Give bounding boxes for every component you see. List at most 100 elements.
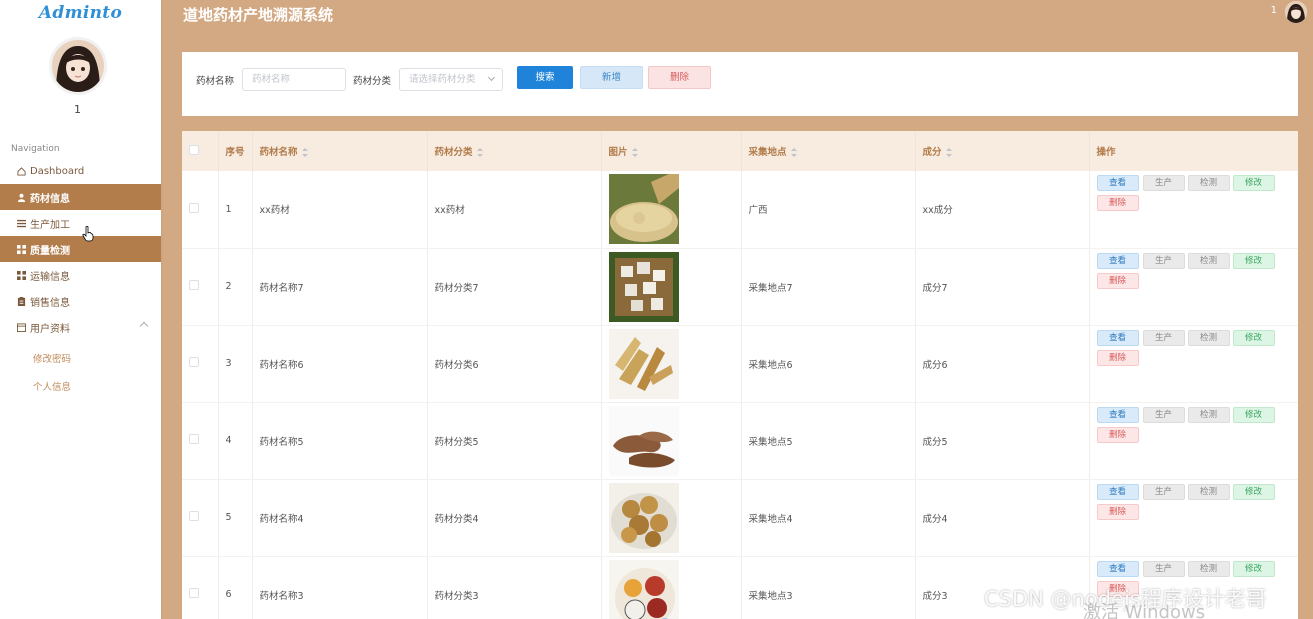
search-button[interactable]: 搜索 xyxy=(517,66,573,89)
sidebar-item-quality[interactable]: 质量检测 xyxy=(0,236,161,262)
edit-button[interactable]: 修改 xyxy=(1232,483,1275,500)
produce-button[interactable]: 生产 xyxy=(1142,175,1185,192)
avatar[interactable] xyxy=(49,37,107,95)
column-header-image[interactable]: 图片 xyxy=(601,131,742,171)
hand-cursor-icon xyxy=(82,226,94,242)
sort-icon[interactable] xyxy=(790,148,797,157)
delete-button[interactable]: 删除 xyxy=(1096,426,1139,443)
column-header-component[interactable]: 成分 xyxy=(915,131,1090,171)
table-row: 1 xx药材 xx药材 广西 xx成分 查看 生产 检测 修改 删除 xyxy=(182,171,1298,249)
cell-name: 药材名称3 xyxy=(252,556,428,619)
delete-button[interactable]: 删除 xyxy=(1096,503,1139,520)
row-select-cell xyxy=(182,248,219,326)
cell-location: 采集地点6 xyxy=(741,325,916,403)
cell-actions: 查看 生产 检测 修改删除 xyxy=(1089,402,1298,480)
edit-button[interactable]: 修改 xyxy=(1232,560,1275,577)
row-checkbox[interactable] xyxy=(189,588,199,598)
herb-photo[interactable] xyxy=(608,559,679,619)
edit-button[interactable]: 修改 xyxy=(1232,329,1275,346)
sidebar-item-herb-info[interactable]: 药材信息 xyxy=(0,184,161,210)
table-header-row: 序号 药材名称 药材分类 图片 采集地点 成分 操作 xyxy=(182,131,1298,171)
edit-button[interactable]: 修改 xyxy=(1232,406,1275,423)
batch-delete-button[interactable]: 删除 xyxy=(648,66,711,89)
herb-photo[interactable] xyxy=(608,251,679,322)
sidebar-subitem-personal-info[interactable]: 个人信息 xyxy=(0,372,161,400)
test-button[interactable]: 检测 xyxy=(1187,329,1230,346)
name-search-input[interactable]: 药材名称 xyxy=(242,68,346,91)
add-button[interactable]: 新增 xyxy=(580,66,643,89)
sidebar-item-label: 用户资料 xyxy=(30,323,70,335)
logo[interactable]: Adminto xyxy=(0,3,161,23)
cell-name: 药材名称6 xyxy=(252,325,428,403)
category-filter-label: 药材分类 xyxy=(353,76,392,87)
view-button[interactable]: 查看 xyxy=(1096,329,1139,346)
select-all-cell xyxy=(182,131,219,171)
sidebar-item-sales[interactable]: 销售信息 xyxy=(0,288,161,314)
cell-name: 药材名称7 xyxy=(252,248,428,326)
herb-photo[interactable] xyxy=(608,174,679,245)
sidebar-item-label: Dashboard xyxy=(30,165,85,177)
row-checkbox[interactable] xyxy=(189,280,199,290)
sort-icon[interactable] xyxy=(301,148,308,157)
delete-button[interactable]: 删除 xyxy=(1096,272,1139,289)
sidebar-item-production[interactable]: 生产加工 xyxy=(0,210,161,236)
row-checkbox[interactable] xyxy=(189,357,199,367)
sidebar-subitem-change-password[interactable]: 修改密码 xyxy=(0,344,161,372)
test-button[interactable]: 检测 xyxy=(1187,252,1230,269)
sidebar-item-transport[interactable]: 运输信息 xyxy=(0,262,161,288)
view-button[interactable]: 查看 xyxy=(1096,252,1139,269)
sidebar-item-dashboard[interactable]: Dashboard xyxy=(0,158,161,184)
produce-button[interactable]: 生产 xyxy=(1142,329,1185,346)
row-checkbox[interactable] xyxy=(189,202,199,213)
test-button[interactable]: 检测 xyxy=(1187,560,1230,577)
view-button[interactable]: 查看 xyxy=(1096,483,1139,500)
test-button[interactable]: 检测 xyxy=(1187,406,1230,423)
produce-button[interactable]: 生产 xyxy=(1142,483,1185,500)
sort-icon[interactable] xyxy=(631,148,638,157)
produce-button[interactable]: 生产 xyxy=(1142,406,1185,423)
delete-button[interactable]: 删除 xyxy=(1096,195,1139,212)
row-select-cell xyxy=(182,402,219,480)
category-select[interactable]: 请选择药材分类 xyxy=(399,68,503,91)
cell-image xyxy=(601,402,742,480)
produce-button[interactable]: 生产 xyxy=(1142,252,1185,269)
cell-no: 6 xyxy=(218,556,253,619)
view-button[interactable]: 查看 xyxy=(1096,560,1139,577)
select-all-checkbox[interactable] xyxy=(189,144,199,155)
herb-photo[interactable] xyxy=(608,405,679,476)
cell-no: 3 xyxy=(218,325,253,403)
delete-button[interactable]: 删除 xyxy=(1096,349,1139,366)
top-user-name[interactable]: 1 xyxy=(1271,5,1277,16)
cell-no: 4 xyxy=(218,402,253,480)
column-header-location[interactable]: 采集地点 xyxy=(741,131,916,171)
search-panel: 药材名称 药材名称 药材分类 请选择药材分类 搜索 新增 删除 xyxy=(182,52,1298,116)
edit-button[interactable]: 修改 xyxy=(1232,252,1275,269)
view-button[interactable]: 查看 xyxy=(1096,406,1139,423)
sidebar-item-user-profile[interactable]: 用户资料 xyxy=(0,314,161,340)
sort-icon[interactable] xyxy=(945,148,952,157)
column-header-category[interactable]: 药材分类 xyxy=(427,131,602,171)
column-header-name[interactable]: 药材名称 xyxy=(252,131,428,171)
produce-button[interactable]: 生产 xyxy=(1142,560,1185,577)
test-button[interactable]: 检测 xyxy=(1187,175,1230,192)
view-button[interactable]: 查看 xyxy=(1096,175,1139,192)
top-avatar[interactable] xyxy=(1285,1,1307,23)
cell-image xyxy=(601,248,742,326)
calendar-icon xyxy=(17,322,26,332)
herb-photo[interactable] xyxy=(608,482,679,553)
list-icon xyxy=(17,219,26,227)
herb-photo[interactable] xyxy=(608,328,679,399)
cell-component: 成分7 xyxy=(915,248,1090,326)
cell-image xyxy=(601,171,742,249)
cell-name: 药材名称5 xyxy=(252,402,428,480)
cell-location: 采集地点4 xyxy=(741,479,916,557)
sort-icon[interactable] xyxy=(476,148,483,157)
cell-category: 药材分类3 xyxy=(427,556,602,619)
row-checkbox[interactable] xyxy=(189,511,199,521)
row-select-cell xyxy=(182,479,219,557)
row-checkbox[interactable] xyxy=(189,434,199,444)
column-header-no: 序号 xyxy=(218,131,253,171)
test-button[interactable]: 检测 xyxy=(1187,483,1230,500)
cell-actions: 查看 生产 检测 修改删除 xyxy=(1089,248,1298,326)
edit-button[interactable]: 修改 xyxy=(1232,175,1275,192)
